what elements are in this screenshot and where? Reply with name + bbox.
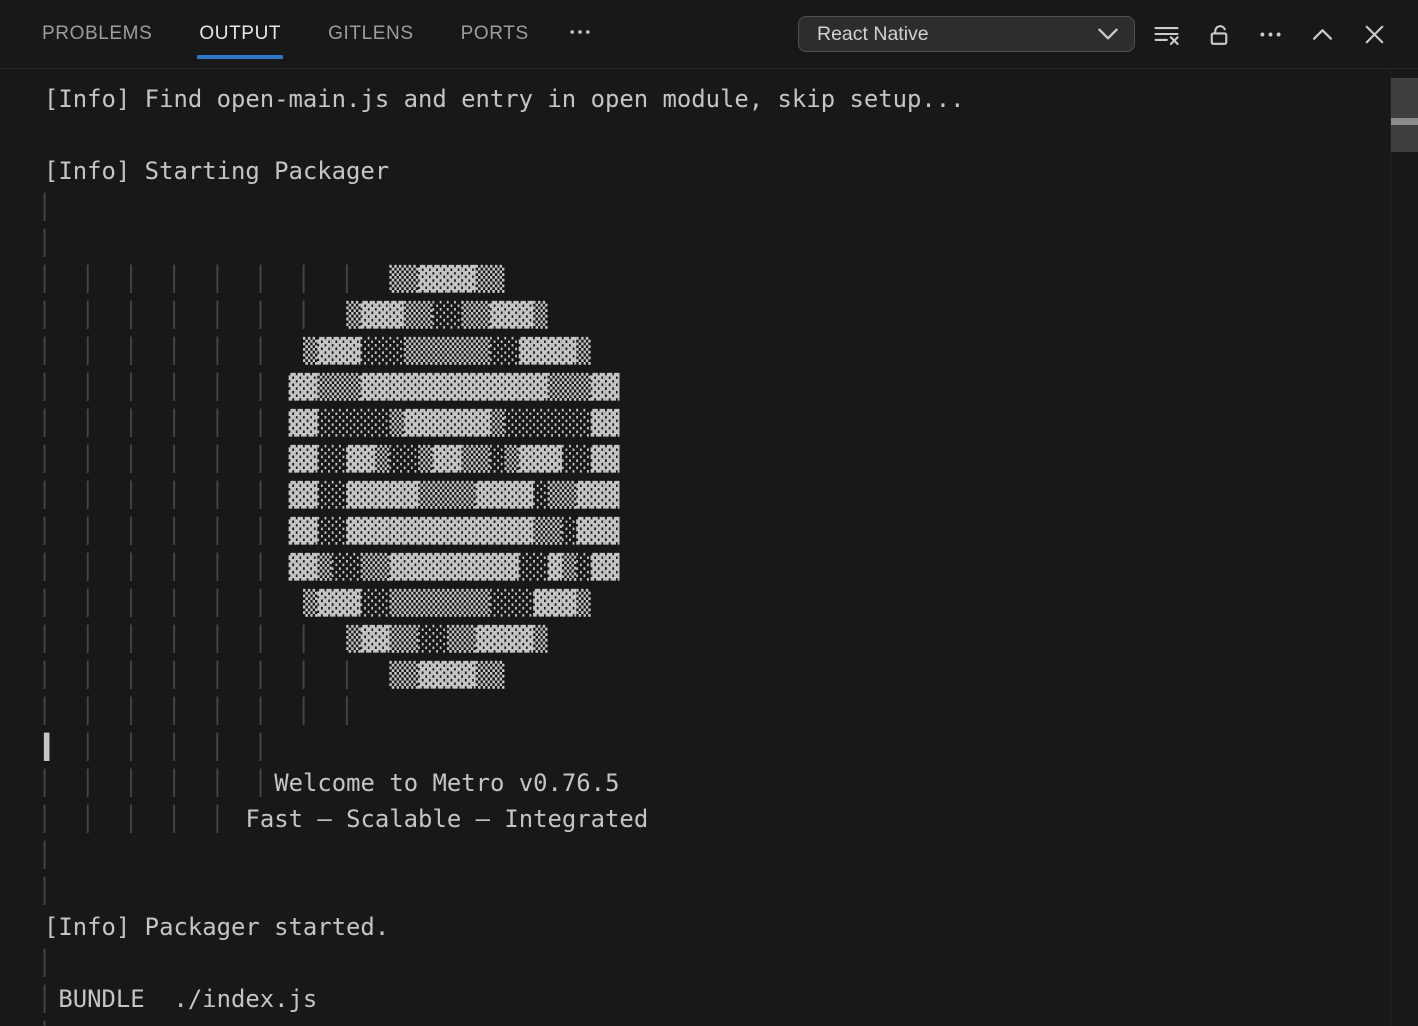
lock-scrolling-button[interactable] <box>1204 20 1232 48</box>
ellipsis-icon <box>567 19 593 50</box>
output-channel-select[interactable]: React Native <box>798 16 1135 52</box>
close-icon <box>1361 21 1388 48</box>
more-actions-icon <box>1257 21 1284 48</box>
more-actions-button[interactable] <box>1256 20 1284 48</box>
output-panel: [Info] Find open-main.js and entry in op… <box>0 70 1418 1026</box>
clear-output-button[interactable] <box>1152 20 1180 48</box>
tab-output[interactable]: OUTPUT <box>199 0 281 68</box>
unlock-icon <box>1205 21 1232 48</box>
output-log: [Info] Find open-main.js and entry in op… <box>0 70 1418 1026</box>
scrollbar-overview-marker <box>1391 118 1418 125</box>
tab-problems[interactable]: PROBLEMS <box>42 0 152 68</box>
chevron-up-icon <box>1309 21 1336 48</box>
panel-actions <box>1152 20 1388 48</box>
output-channel-value: React Native <box>817 23 1098 46</box>
scrollbar-thumb[interactable] <box>1391 78 1418 152</box>
more-tabs-button[interactable] <box>567 19 593 50</box>
panel-header: PROBLEMS OUTPUT GITLENS PORTS React Nati… <box>0 0 1418 69</box>
chevron-down-icon <box>1098 23 1118 46</box>
clear-output-icon <box>1153 21 1180 48</box>
maximize-panel-button[interactable] <box>1308 20 1336 48</box>
panel-tabs: PROBLEMS OUTPUT GITLENS PORTS <box>42 0 529 68</box>
close-panel-button[interactable] <box>1360 20 1388 48</box>
tab-ports[interactable]: PORTS <box>461 0 529 68</box>
tab-gitlens[interactable]: GITLENS <box>328 0 414 68</box>
vertical-scrollbar[interactable] <box>1390 70 1418 1026</box>
